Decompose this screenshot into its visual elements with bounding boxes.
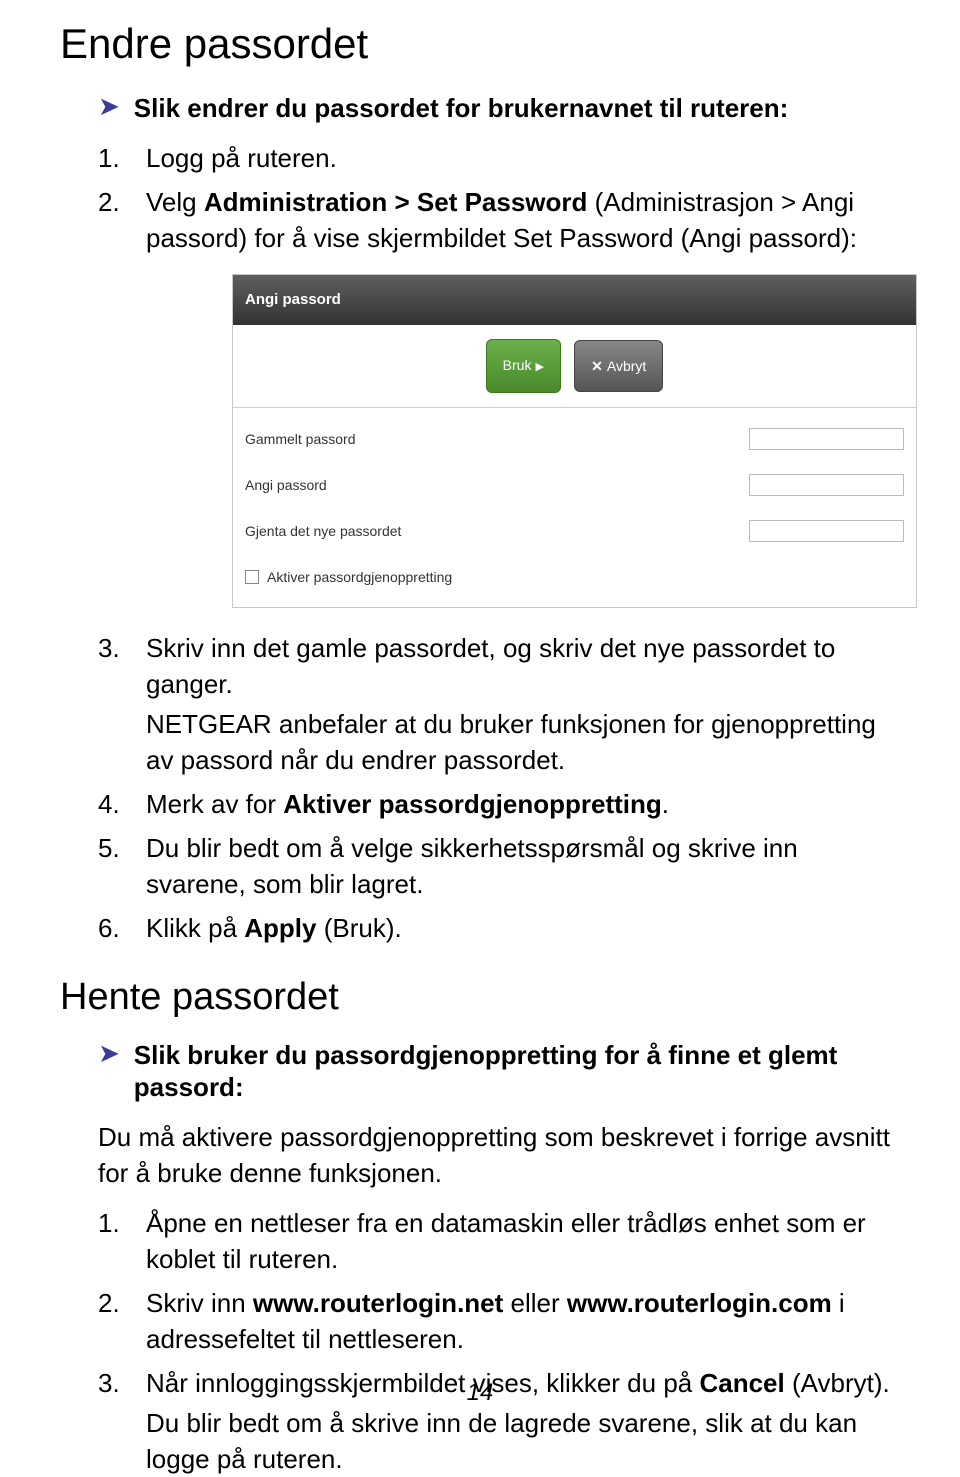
- close-x-icon: ✕: [591, 358, 603, 374]
- widget-title: Angi passord: [233, 275, 916, 325]
- row-repeat-password: Gjenta det nye passordet: [245, 508, 904, 554]
- step-1: Logg på ruteren.: [98, 140, 900, 176]
- arrow-icon: ➤: [98, 92, 120, 120]
- label-enable-recovery: Aktiver passordgjenoppretting: [267, 559, 452, 595]
- step2-1: Åpne en nettleser fra en datamaskin elle…: [98, 1205, 900, 1277]
- apply-button-label: Bruk: [503, 357, 532, 373]
- task-intro-text-2: Slik bruker du passordgjenoppretting for…: [134, 1039, 900, 1103]
- step-3a: Skriv inn det gamle passordet, og skriv …: [146, 633, 835, 699]
- label-new-password: Angi passord: [245, 467, 749, 503]
- cancel-button[interactable]: ✕Avbryt: [574, 340, 663, 392]
- apply-button[interactable]: Bruk▶: [486, 339, 561, 393]
- label-old-password: Gammelt passord: [245, 421, 749, 457]
- step-4-bold: Aktiver passordgjenoppretting: [283, 789, 662, 819]
- step2-2-mid: eller: [503, 1288, 567, 1318]
- input-old-password[interactable]: [749, 428, 904, 450]
- step-2: Velg Administration > Set Password (Admi…: [98, 184, 900, 608]
- step-6-post: (Bruk).: [317, 913, 402, 943]
- row-enable-recovery: Aktiver passordgjenoppretting: [245, 554, 904, 597]
- heading-endre-passordet: Endre passordet: [60, 20, 900, 68]
- step-6: Klikk på Apply (Bruk).: [98, 910, 900, 946]
- widget-button-row: Bruk▶ ✕Avbryt: [233, 325, 916, 407]
- checkbox-enable-recovery[interactable]: [245, 570, 259, 584]
- step-2-bold: Administration > Set Password: [204, 187, 588, 217]
- step-5: Du blir bedt om å velge sikkerhetsspørsm…: [98, 830, 900, 902]
- task-intro-1: ➤ Slik endrer du passordet for brukernav…: [60, 92, 900, 124]
- input-new-password[interactable]: [749, 474, 904, 496]
- step-6-bold: Apply: [244, 913, 316, 943]
- step-4-post: .: [662, 789, 669, 819]
- cancel-button-label: Avbryt: [607, 358, 646, 374]
- step-3b: NETGEAR anbefaler at du bruker funksjone…: [146, 706, 900, 778]
- step2-2: Skriv inn www.routerlogin.net eller www.…: [98, 1285, 900, 1357]
- task-intro-text: Slik endrer du passordet for brukernavne…: [134, 92, 788, 124]
- step-4-pre: Merk av for: [146, 789, 283, 819]
- step2-2-b1: www.routerlogin.net: [253, 1288, 503, 1318]
- row-old-password: Gammelt passord: [245, 416, 904, 462]
- task-intro-2: ➤ Slik bruker du passordgjenoppretting f…: [60, 1039, 900, 1103]
- step2-2-pre: Skriv inn: [146, 1288, 253, 1318]
- step-4: Merk av for Aktiver passordgjenopprettin…: [98, 786, 900, 822]
- label-repeat-password: Gjenta det nye passordet: [245, 513, 749, 549]
- widget-form: Gammelt passord Angi passord Gjenta det …: [233, 408, 916, 607]
- page-number: 14: [0, 1379, 960, 1407]
- heading-hente-passordet: Hente passordet: [60, 976, 900, 1019]
- step-3: Skriv inn det gamle passordet, og skriv …: [98, 630, 900, 778]
- chevron-right-icon: ▶: [535, 361, 543, 373]
- input-repeat-password[interactable]: [749, 520, 904, 542]
- para-prereq: Du må aktivere passordgjenoppretting som…: [60, 1119, 900, 1191]
- steps-list-1: Logg på ruteren. Velg Administration > S…: [60, 140, 900, 946]
- password-screenshot: Angi passord Bruk▶ ✕Avbryt Gammelt passo…: [232, 274, 917, 608]
- steps-list-2: Åpne en nettleser fra en datamaskin elle…: [60, 1205, 900, 1477]
- arrow-icon: ➤: [98, 1039, 120, 1067]
- step2-2-b2: www.routerlogin.com: [567, 1288, 832, 1318]
- step-2-pre: Velg: [146, 187, 204, 217]
- step2-3-sub: Du blir bedt om å skrive inn de lagrede …: [146, 1405, 900, 1477]
- row-new-password: Angi passord: [245, 462, 904, 508]
- step-6-pre: Klikk på: [146, 913, 244, 943]
